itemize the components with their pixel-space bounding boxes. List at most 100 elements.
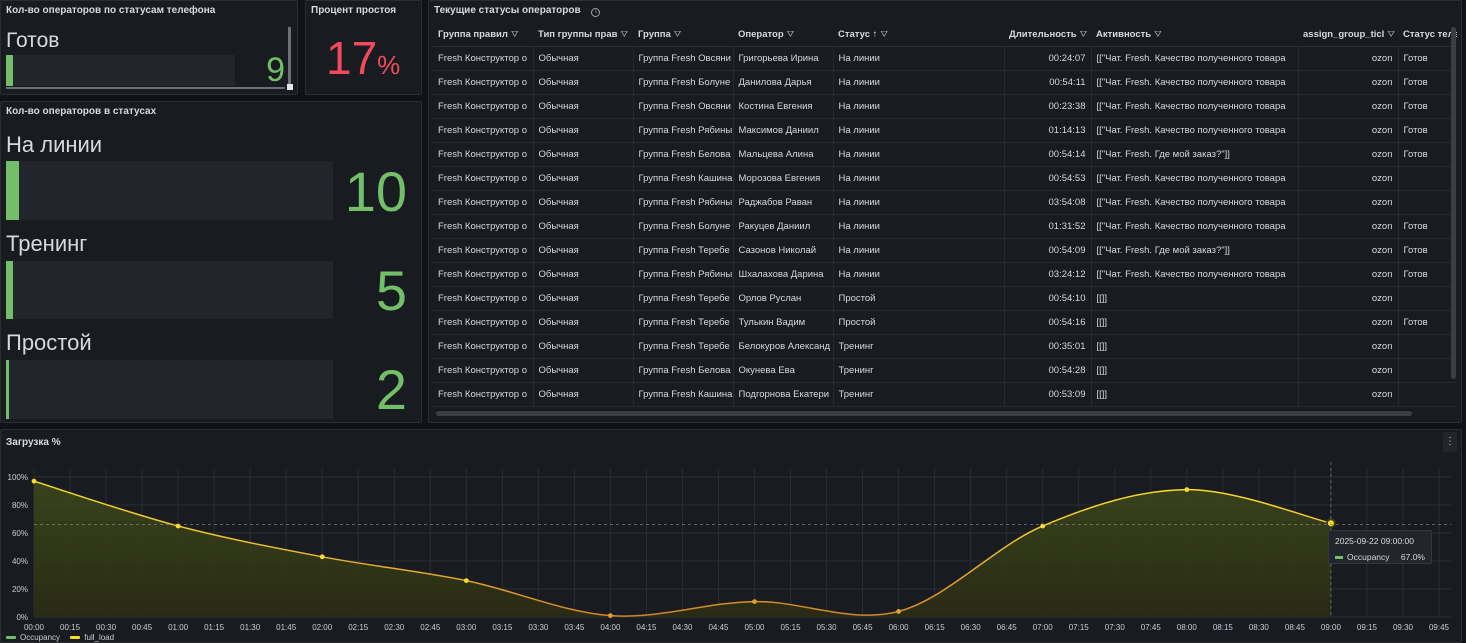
- cell-status: На линии: [832, 70, 1004, 95]
- col-header-status[interactable]: Статус ↑ ⛛: [833, 24, 1004, 47]
- table-row[interactable]: Fresh Конструктор о Обычная Группа Fresh Б…: [433, 70, 1457, 95]
- table-row[interactable]: Fresh Конструктор о Обычная Группа Fresh О…: [433, 46, 1457, 71]
- cell-duration: 00:54:16: [1003, 310, 1091, 335]
- cell-status: На линии: [832, 94, 1004, 119]
- cell-group: Группа Fresh Болуне: [632, 70, 733, 95]
- cell-activity: [[]]: [1090, 286, 1298, 311]
- table-horizontal-scrollbar[interactable]: [436, 411, 1412, 416]
- cell-activity: [[]]: [1090, 334, 1298, 359]
- cell-duration: 00:35:01: [1003, 334, 1091, 359]
- scrollbar[interactable]: [288, 27, 291, 87]
- cell-duration: 00:23:38: [1003, 94, 1091, 119]
- info-icon[interactable]: i: [591, 8, 601, 17]
- cell-group: Группа Fresh Болуне: [632, 214, 733, 239]
- legend-item-full-load[interactable]: full_load: [70, 633, 114, 642]
- col-header-group[interactable]: Группа ⛛: [633, 24, 733, 47]
- col-header-group-type[interactable]: Тип группы прав ⛛: [533, 24, 633, 47]
- sort-asc-icon[interactable]: ↑: [873, 29, 878, 40]
- cell-duration: 00:54:11: [1003, 70, 1091, 95]
- cell-phone-status: [1397, 334, 1457, 359]
- col-header-phone-status[interactable]: Статус теле: [1398, 24, 1457, 47]
- load-chart-panel: Загрузка % ⋮: [0, 429, 1462, 643]
- cell-operator: Сазонов Николай: [732, 238, 833, 263]
- idle-unit: %: [377, 50, 401, 80]
- legend-item-occupancy[interactable]: Occupancy: [6, 633, 60, 642]
- cell-duration: 00:54:28: [1003, 358, 1091, 383]
- cell-status: Простой: [832, 310, 1004, 335]
- cell-rule-group: Fresh Конструктор о: [433, 334, 533, 359]
- table-row[interactable]: Fresh Конструктор о Обычная Группа Fresh Т…: [433, 238, 1457, 263]
- col-header-operator[interactable]: Оператор ⛛: [733, 24, 833, 47]
- cell-activity: [["Чат. Fresh. Качество полученного това…: [1090, 70, 1298, 95]
- resize-handle[interactable]: [287, 84, 293, 90]
- cell-group-type: Обычная: [532, 142, 633, 167]
- cell-activity: [["Чат. Fresh. Качество полученного това…: [1090, 262, 1298, 287]
- cell-status: На линии: [832, 238, 1004, 263]
- cell-assign-group: ozon: [1297, 358, 1398, 383]
- cell-duration: 01:14:13: [1003, 118, 1091, 143]
- cell-activity: [[]]: [1090, 310, 1298, 335]
- filter-icon[interactable]: ⛛: [620, 29, 628, 39]
- cell-duration: 00:54:53: [1003, 166, 1091, 191]
- cell-group: Группа Fresh Теребе: [632, 238, 733, 263]
- table-row[interactable]: Fresh Конструктор о Обычная Группа Fresh Б…: [433, 358, 1457, 383]
- tooltip-swatch: [1335, 556, 1343, 560]
- table-vertical-scrollbar[interactable]: [1451, 27, 1456, 379]
- cell-operator: Григорьева Ирина: [732, 46, 833, 71]
- cell-assign-group: ozon: [1297, 262, 1398, 287]
- cell-activity: [["Чат. Fresh. Качество полученного това…: [1090, 94, 1298, 119]
- table-row[interactable]: Fresh Конструктор о Обычная Группа Fresh Т…: [433, 310, 1457, 335]
- filter-icon[interactable]: ⛛: [880, 29, 888, 39]
- table-row[interactable]: Fresh Конструктор о Обычная Группа Fresh Б…: [433, 214, 1457, 239]
- col-header-duration[interactable]: Длительность ⛛: [1004, 24, 1091, 47]
- filter-icon[interactable]: ⛛: [1387, 29, 1395, 39]
- table-title: Текущие статусы операторов: [434, 5, 581, 16]
- tooltip-value: 67.0%: [1400, 552, 1425, 562]
- stat-bar-training: [6, 261, 333, 319]
- cell-phone-status: Готов: [1397, 46, 1457, 71]
- filter-icon[interactable]: ⛛: [1154, 29, 1162, 39]
- cell-activity: [[]]: [1090, 382, 1298, 407]
- filter-icon[interactable]: ⛛: [787, 29, 795, 39]
- table-row[interactable]: Fresh Конструктор о Обычная Группа Fresh Т…: [433, 334, 1457, 359]
- cell-assign-group: ozon: [1297, 214, 1398, 239]
- cell-operator: Орлов Руслан: [732, 286, 833, 311]
- filter-icon[interactable]: ⛛: [674, 29, 682, 39]
- cell-operator: Максимов Даниил: [732, 118, 833, 143]
- table-row[interactable]: Fresh Конструктор о Обычная Группа Fresh Р…: [433, 190, 1457, 215]
- cell-group-type: Обычная: [532, 166, 633, 191]
- stat-value-online: 10: [344, 160, 407, 223]
- col-header-assign-group[interactable]: assign_group_ticl ⛛: [1298, 24, 1398, 47]
- panel-menu-icon[interactable]: ⋮: [1443, 432, 1457, 452]
- filter-icon[interactable]: ⛛: [511, 29, 519, 39]
- table-row[interactable]: Fresh Конструктор о Обычная Группа Fresh К…: [433, 166, 1457, 191]
- legend-swatch: [6, 636, 16, 640]
- table-viewport[interactable]: Группа правил ⛛ Тип группы прав ⛛ Группа ⛛ …: [433, 24, 1457, 409]
- cell-activity: [["Чат. Fresh. Качество полученного това…: [1090, 118, 1298, 143]
- filter-icon[interactable]: ⛛: [1080, 29, 1088, 39]
- cell-assign-group: ozon: [1297, 238, 1398, 263]
- table-row[interactable]: Fresh Конструктор о Обычная Группа Fresh Р…: [433, 262, 1457, 287]
- cell-group: Группа Fresh Рябины: [632, 262, 733, 287]
- cell-rule-group: Fresh Конструктор о: [433, 166, 533, 191]
- table-row[interactable]: Fresh Конструктор о Обычная Группа Fresh Р…: [433, 118, 1457, 143]
- cell-assign-group: ozon: [1297, 382, 1398, 407]
- table-row[interactable]: Fresh Конструктор о Обычная Группа Fresh О…: [433, 94, 1457, 119]
- cell-group-type: Обычная: [532, 70, 633, 95]
- cell-operator: Костина Евгения: [732, 94, 833, 119]
- cell-operator: Окунева Ева: [732, 358, 833, 383]
- col-header-activity[interactable]: Активность ⛛: [1091, 24, 1298, 47]
- table-row[interactable]: Fresh Конструктор о Обычная Группа Fresh Т…: [433, 286, 1457, 311]
- cell-group: Группа Fresh Рябины: [632, 190, 733, 215]
- cell-activity: [[]]: [1090, 358, 1298, 383]
- stat-bar: [6, 55, 235, 86]
- cell-operator: Ракуцев Даниил: [732, 214, 833, 239]
- stat-label-online: На линии: [6, 132, 103, 157]
- cell-activity: [["Чат. Fresh. Качество полученного това…: [1090, 166, 1298, 191]
- table-row[interactable]: Fresh Конструктор о Обычная Группа Fresh К…: [433, 382, 1457, 407]
- cell-status: На линии: [832, 142, 1004, 167]
- cell-rule-group: Fresh Конструктор о: [433, 94, 533, 119]
- table-row[interactable]: Fresh Конструктор о Обычная Группа Fresh Б…: [433, 142, 1457, 167]
- cell-phone-status: Готов: [1397, 94, 1457, 119]
- col-header-rule-group[interactable]: Группа правил ⛛: [433, 24, 533, 47]
